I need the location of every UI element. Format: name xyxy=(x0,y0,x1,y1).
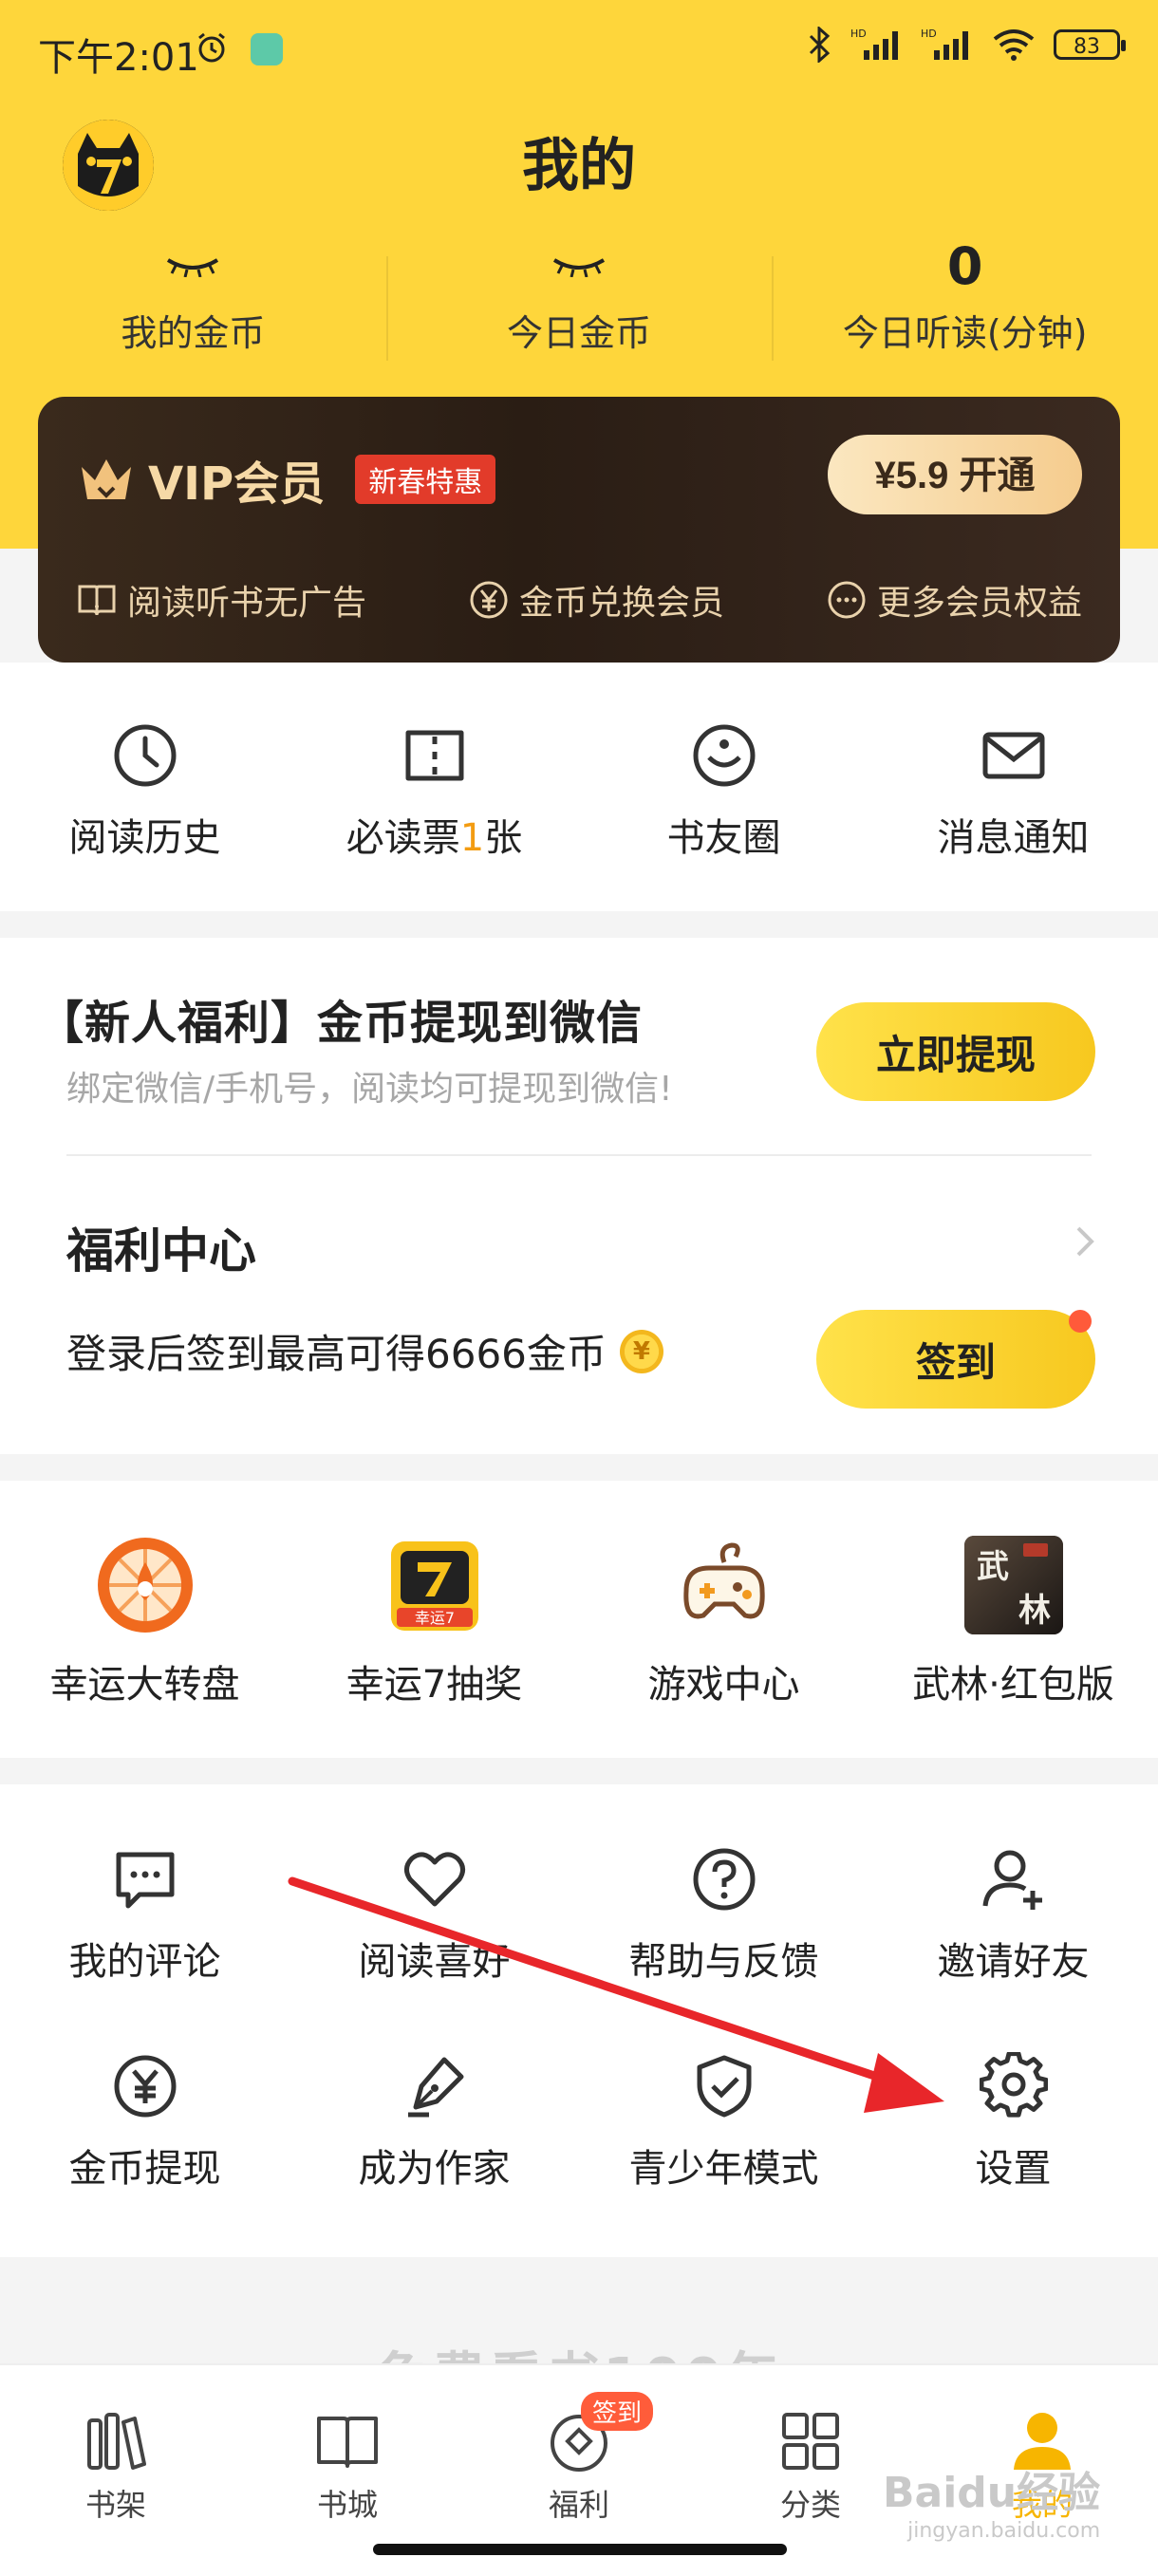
category-icon xyxy=(775,2405,847,2477)
watermark: Baidu经验 jingyan.baidu.com xyxy=(883,2458,1100,2543)
tab-bookstore[interactable]: 书城 xyxy=(232,2405,463,2525)
annotation-arrow xyxy=(288,1876,944,2113)
watermark-url: jingyan.baidu.com xyxy=(907,2519,1101,2543)
tab-label: 书城 xyxy=(316,2487,378,2523)
tab-label: 书架 xyxy=(84,2487,146,2523)
tab-sign-in-badge: 签到 xyxy=(581,2392,654,2431)
tab-bookshelf[interactable]: 书架 xyxy=(0,2405,232,2525)
watermark-brand: Baidu经验 xyxy=(883,2469,1101,2517)
bookshelf-icon xyxy=(80,2405,152,2477)
book-icon xyxy=(311,2405,383,2477)
tab-welfare[interactable]: 签到 福利 xyxy=(463,2392,695,2525)
tab-label: 福利 xyxy=(548,2487,609,2523)
welfare-icon: 签到 xyxy=(543,2392,654,2477)
home-indicator[interactable] xyxy=(373,2544,787,2555)
